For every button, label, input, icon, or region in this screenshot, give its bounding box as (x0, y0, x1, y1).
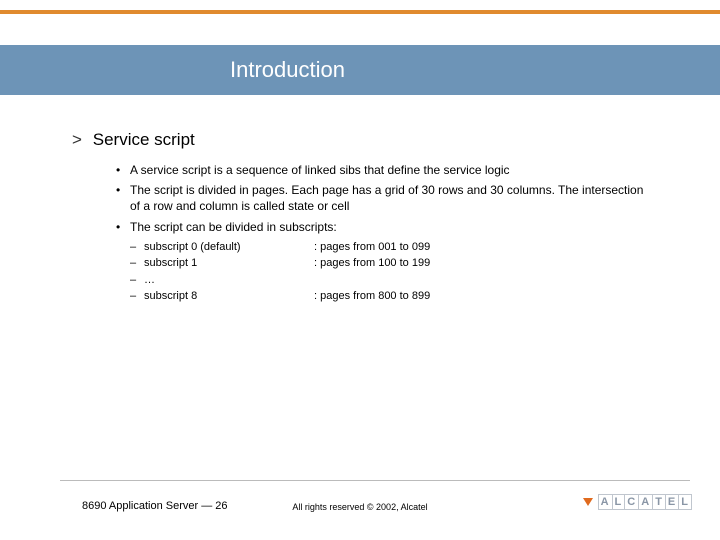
subscript-desc: : pages from 001 to 099 (314, 239, 650, 256)
bullet-item: A service script is a sequence of linked… (116, 162, 650, 178)
section-heading-text: Service script (93, 130, 195, 149)
subscript-desc: : pages from 100 to 199 (314, 255, 650, 272)
dash-icon: – (130, 255, 144, 272)
logo-letter: C (625, 494, 639, 510)
logo-letter: A (639, 494, 653, 510)
top-divider (0, 10, 720, 14)
alcatel-logo: A L C A T E L (583, 494, 692, 510)
dash-icon: – (130, 239, 144, 256)
triangle-icon (583, 498, 593, 506)
logo-letter: L (613, 494, 626, 510)
subscript-desc (314, 272, 650, 289)
logo-text: A L C A T E L (598, 494, 692, 510)
subscript-row: – subscript 0 (default) : pages from 001… (130, 239, 650, 256)
dash-icon: – (130, 272, 144, 289)
subscript-label: subscript 8 (144, 288, 314, 305)
subscript-label: subscript 1 (144, 255, 314, 272)
content-area: > Service script A service script is a s… (90, 130, 650, 305)
title-band: Introduction (0, 45, 720, 95)
slide: Introduction > Service script A service … (0, 0, 720, 540)
section-heading: > Service script (90, 130, 650, 150)
footer-divider (60, 480, 690, 481)
logo-letter: T (653, 494, 666, 510)
bullet-item: The script can be divided in subscripts: (116, 219, 650, 235)
subscript-row: – subscript 1 : pages from 100 to 199 (130, 255, 650, 272)
bullet-item: The script is divided in pages. Each pag… (116, 182, 650, 214)
subscript-desc: : pages from 800 to 899 (314, 288, 650, 305)
chevron-icon: > (72, 130, 88, 150)
subscript-label: … (144, 272, 314, 289)
subscript-row: – subscript 8 : pages from 800 to 899 (130, 288, 650, 305)
logo-letter: E (666, 494, 679, 510)
logo-letter: A (598, 494, 613, 510)
subscript-label: subscript 0 (default) (144, 239, 314, 256)
slide-title: Introduction (0, 57, 345, 83)
bullet-list: A service script is a sequence of linked… (116, 162, 650, 235)
logo-letter: L (679, 494, 692, 510)
dash-icon: – (130, 288, 144, 305)
subscript-list: – subscript 0 (default) : pages from 001… (130, 239, 650, 305)
subscript-row: – … (130, 272, 650, 289)
